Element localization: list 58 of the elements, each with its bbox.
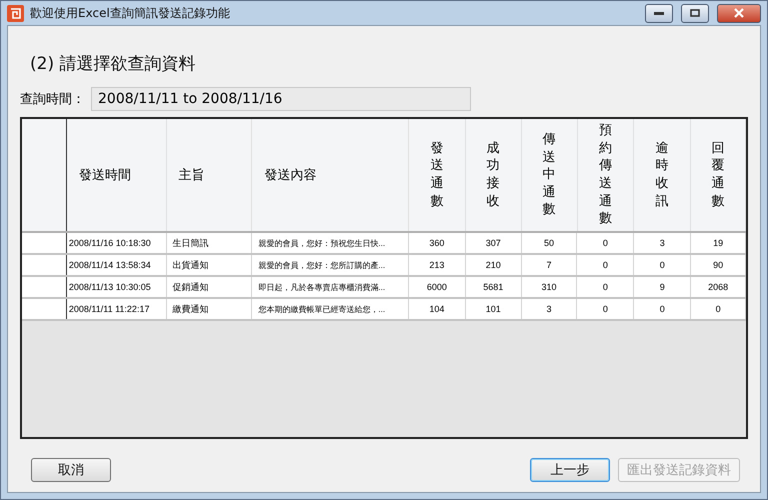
back-button[interactable]: 上一步	[530, 458, 610, 482]
table-cell: 0	[577, 277, 634, 297]
minimize-button[interactable]	[645, 4, 673, 22]
table-cell: 0	[577, 233, 634, 253]
table-cell: 促銷通知	[166, 277, 252, 297]
table-cell: 親愛的會員，您好：您所訂購的產...	[252, 255, 409, 275]
table-cell: 0	[691, 299, 746, 319]
table-cell: 0	[577, 255, 634, 275]
table-cell: 親愛的會員，您好：預祝您生日快...	[252, 233, 409, 253]
table-cell: 307	[466, 233, 522, 253]
table-cell: 2008/11/14 13:58:34	[66, 255, 167, 275]
column-header: 成功接收	[466, 119, 522, 231]
table-cell: 213	[408, 255, 466, 275]
table-cell: 2008/11/11 11:22:17	[66, 299, 167, 319]
maximize-icon	[690, 9, 700, 17]
table-cell: 310	[522, 277, 578, 297]
column-header: 發送通數	[408, 119, 466, 231]
table-cell: 2068	[691, 277, 746, 297]
app-logo-icon	[7, 4, 24, 22]
close-button[interactable]	[717, 4, 761, 22]
table-cell: 出貨通知	[166, 255, 252, 275]
table-cell: 104	[408, 299, 466, 319]
table-cell: 0	[577, 299, 634, 319]
table-cell: 6000	[408, 277, 466, 297]
column-header: 發送內容	[252, 119, 409, 231]
table-cell: 即日起，凡於各專賣店專櫃消費滿...	[252, 277, 409, 297]
cancel-button[interactable]: 取消	[31, 458, 111, 482]
table-cell: 0	[634, 299, 692, 319]
column-header: 回覆通數	[691, 119, 746, 231]
window-title: 歡迎使用Excel查詢簡訊發送記錄功能	[30, 4, 231, 22]
step-heading: (2) 請選擇欲查詢資料	[30, 53, 196, 75]
table-cell: 101	[466, 299, 522, 319]
table-cell: 0	[634, 255, 692, 275]
column-header: 逾時收訊	[634, 119, 692, 231]
column-header: 傳送中通數	[522, 119, 578, 231]
table-cell: 7	[522, 255, 578, 275]
table-cell: 360	[408, 233, 466, 253]
close-icon	[733, 8, 745, 18]
table-cell: 5681	[466, 277, 522, 297]
table-cell: 3	[522, 299, 578, 319]
column-header: 主旨	[166, 119, 252, 231]
table-cell: 9	[634, 277, 692, 297]
table-cell: 50	[522, 233, 578, 253]
table-cell: 19	[691, 233, 746, 253]
minimize-icon	[654, 11, 664, 15]
table-cell: 3	[634, 233, 692, 253]
table-cell: 繳費通知	[166, 299, 252, 319]
table-cell: 您本期的繳費帳單已經寄送給您，...	[252, 299, 409, 319]
maximize-button[interactable]	[681, 4, 709, 22]
query-field[interactable]: 2008/11/11 to 2008/11/16	[91, 87, 471, 111]
table-cell: 2008/11/16 10:18:30	[66, 233, 167, 253]
table-cell: 生日簡訊	[166, 233, 252, 253]
table-cell: 210	[466, 255, 522, 275]
column-header: 預約傳送通數	[578, 119, 634, 231]
query-label: 查詢時間：	[20, 91, 85, 108]
column-header: 發送時間	[66, 119, 167, 231]
table-cell: 2008/11/13 10:30:05	[66, 277, 167, 297]
table-cell: 90	[691, 255, 746, 275]
